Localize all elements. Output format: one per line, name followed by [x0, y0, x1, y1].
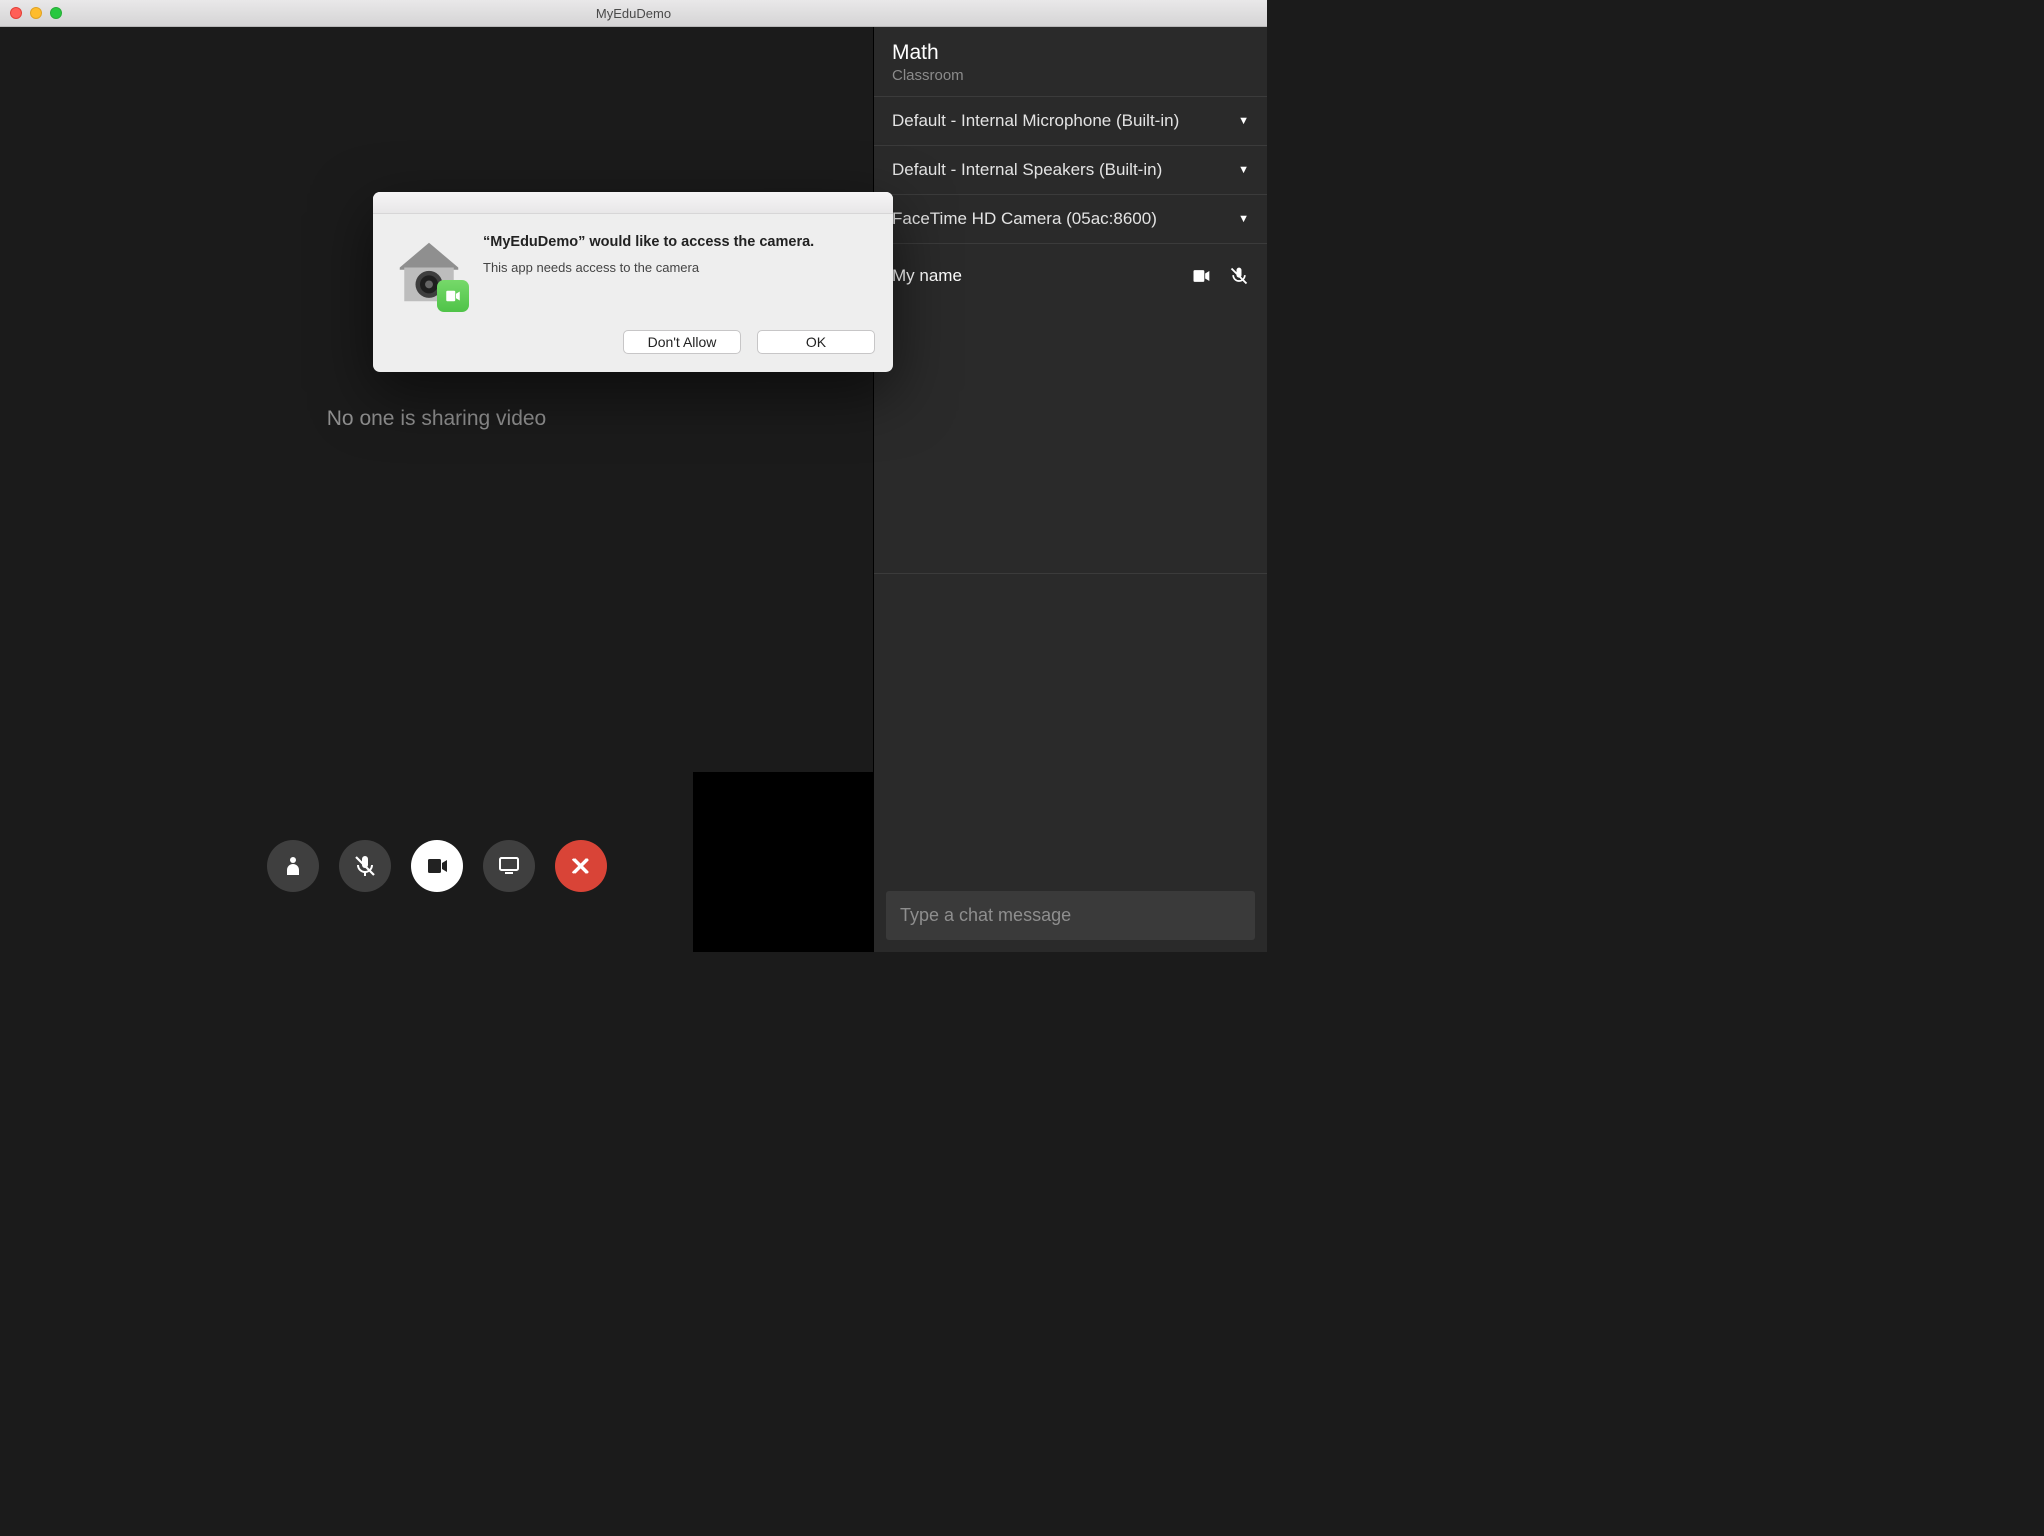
zoom-window-button[interactable]: [50, 7, 62, 19]
person-raise-icon: [281, 854, 305, 878]
camera-select[interactable]: FaceTime HD Camera (05ac:8600) ▼: [874, 195, 1267, 244]
mic-select-label: Default - Internal Microphone (Built-in): [892, 111, 1179, 131]
close-icon: [569, 854, 593, 878]
participant-status-icons: [1191, 266, 1249, 286]
mic-muted-icon: [1229, 266, 1249, 286]
chat-panel: [874, 573, 1267, 952]
window-titlebar: MyEduDemo: [0, 0, 1267, 27]
privacy-icon: [393, 236, 465, 308]
room-header: Math Classroom: [874, 27, 1267, 97]
participant-row: My name: [892, 266, 1249, 286]
speaker-select[interactable]: Default - Internal Speakers (Built-in) ▼: [874, 146, 1267, 195]
chat-input[interactable]: [886, 891, 1255, 940]
close-window-button[interactable]: [10, 7, 22, 19]
camera-icon: [425, 854, 449, 878]
raise-hand-button[interactable]: [267, 840, 319, 892]
dont-allow-button[interactable]: Don't Allow: [623, 330, 741, 354]
leave-call-button[interactable]: [555, 840, 607, 892]
mute-mic-button[interactable]: [339, 840, 391, 892]
window-title: MyEduDemo: [0, 6, 1267, 21]
camera-on-icon: [1191, 266, 1211, 286]
chevron-down-icon: ▼: [1238, 115, 1249, 127]
room-subtitle: Classroom: [892, 67, 1249, 84]
chat-log: [874, 574, 1267, 881]
share-screen-button[interactable]: [483, 840, 535, 892]
speaker-select-label: Default - Internal Speakers (Built-in): [892, 160, 1162, 180]
minimize-window-button[interactable]: [30, 7, 42, 19]
self-video-preview[interactable]: [693, 772, 873, 952]
participant-list: My name: [874, 244, 1267, 298]
sidebar: Math Classroom Default - Internal Microp…: [873, 27, 1267, 952]
monitor-icon: [497, 854, 521, 878]
no-sharing-label: No one is sharing video: [0, 407, 873, 431]
traffic-lights: [10, 7, 62, 19]
dialog-titlebar: [373, 192, 893, 214]
camera-button[interactable]: [411, 840, 463, 892]
dialog-subline: This app needs access to the camera: [483, 260, 814, 275]
video-area: No one is sharing video: [0, 27, 873, 952]
mic-muted-icon: [353, 854, 377, 878]
facetime-badge-icon: [437, 280, 469, 312]
ok-button[interactable]: OK: [757, 330, 875, 354]
chevron-down-icon: ▼: [1238, 164, 1249, 176]
camera-select-label: FaceTime HD Camera (05ac:8600): [892, 209, 1157, 229]
dialog-headline: “MyEduDemo” would like to access the cam…: [483, 234, 814, 250]
app-content: No one is sharing video Math Classroom: [0, 27, 1267, 952]
camera-permission-dialog: “MyEduDemo” would like to access the cam…: [373, 192, 893, 372]
participant-name: My name: [892, 266, 962, 286]
mic-select[interactable]: Default - Internal Microphone (Built-in)…: [874, 97, 1267, 146]
room-title: Math: [892, 41, 1249, 65]
chevron-down-icon: ▼: [1238, 213, 1249, 225]
